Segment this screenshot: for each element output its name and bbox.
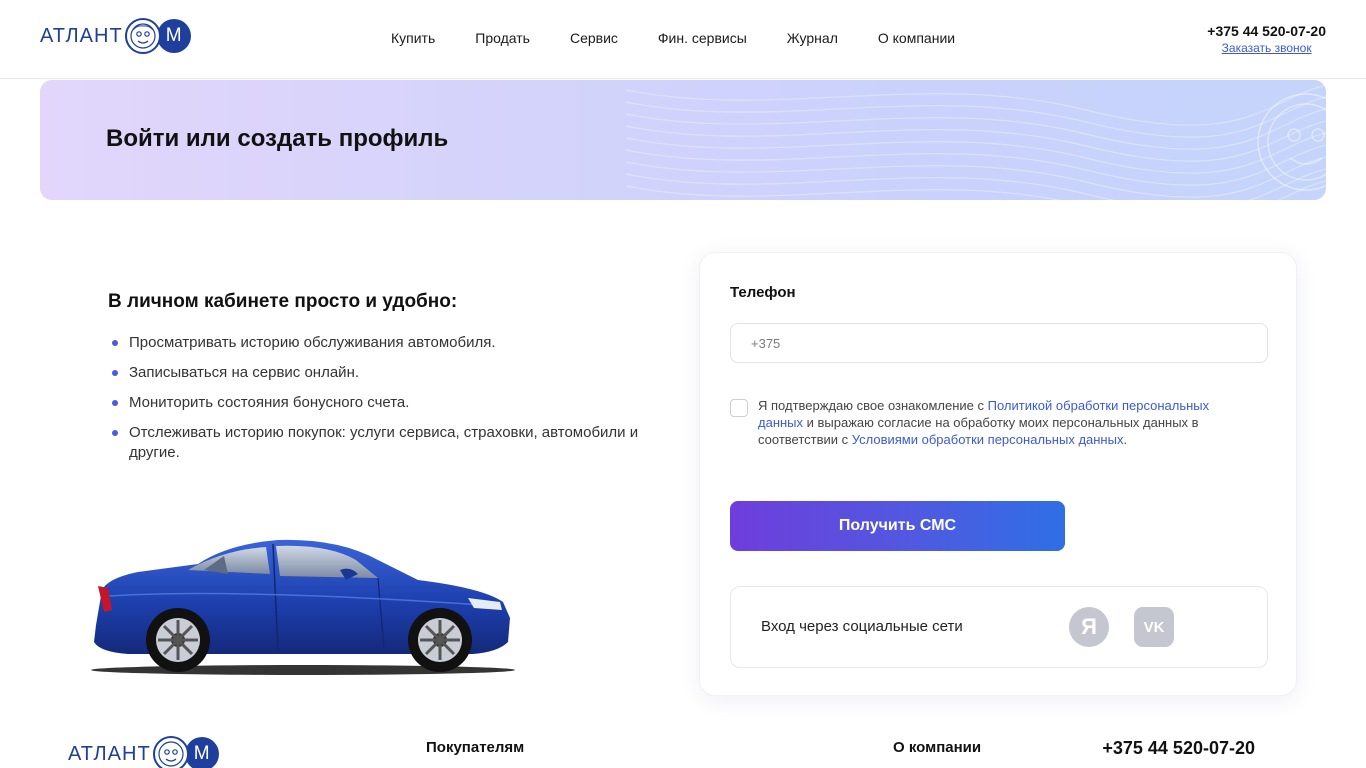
nav-journal[interactable]: Журнал: [787, 30, 838, 46]
benefits-title: В личном кабинете просто и удобно:: [108, 291, 458, 312]
get-sms-button[interactable]: Получить СМС: [730, 501, 1065, 551]
footer-buyers-heading: Покупателям: [426, 739, 525, 756]
footer-company-heading: О компании: [893, 739, 982, 756]
processing-terms-link[interactable]: Условиями обработки персональных данных: [852, 432, 1124, 447]
bullet-icon: [112, 430, 118, 436]
list-item: Отслеживать историю покупок: услуги серв…: [108, 423, 648, 463]
consent-text: Я подтверждаю свое ознакомление с Полити…: [758, 398, 1210, 447]
list-item: Просматривать историю обслуживания автом…: [108, 333, 648, 353]
page-title: Войти или создать профиль: [106, 125, 449, 152]
header-contact: +375 44 520-07-20 Заказать звонок: [1207, 23, 1326, 55]
nav-buy[interactable]: Купить: [391, 30, 435, 46]
logo[interactable]: АТЛАНТ М: [40, 18, 191, 54]
consent-checkbox[interactable]: [730, 399, 748, 417]
list-item: Записываться на сервис онлайн.: [108, 363, 648, 383]
logo-m-badge: М: [156, 19, 191, 53]
nav-about[interactable]: О компании: [878, 30, 955, 46]
list-item: Мониторить состояния бонусного счета.: [108, 393, 648, 413]
header-phone[interactable]: +375 44 520-07-20: [1207, 23, 1326, 39]
site-header: АТЛАНТ М Купить Продать Сервис Фин. серв…: [0, 0, 1366, 79]
bullet-icon: [112, 400, 118, 406]
social-login-block: Вход через социальные сети Я VK: [730, 586, 1268, 668]
yandex-login-icon[interactable]: Я: [1069, 607, 1109, 647]
banner-waves-decoration: [626, 84, 1326, 200]
footer-logo-mask-icon: [152, 736, 189, 768]
footer-logo[interactable]: АТЛАНТ М: [68, 736, 219, 768]
bullet-icon: [112, 370, 118, 376]
nav-fin-services[interactable]: Фин. сервисы: [658, 30, 747, 46]
main-nav: Купить Продать Сервис Фин. сервисы Журна…: [391, 30, 955, 46]
social-login-label: Вход через социальные сети: [761, 618, 963, 635]
footer-logo-m-badge: М: [184, 737, 219, 768]
benefits-list: Просматривать историю обслуживания автом…: [108, 333, 648, 463]
benefits-section: В личном кабинете просто и удобно: Просм…: [108, 291, 648, 473]
phone-input[interactable]: [730, 323, 1268, 363]
vk-login-icon[interactable]: VK: [1134, 607, 1174, 647]
nav-service[interactable]: Сервис: [570, 30, 618, 46]
bullet-icon: [112, 340, 118, 346]
logo-mask-icon: [124, 18, 161, 54]
page-banner: Войти или создать профиль: [40, 80, 1326, 200]
phone-label: Телефон: [730, 284, 796, 301]
consent-block: Я подтверждаю свое ознакомление с Полити…: [730, 397, 1230, 448]
nav-sell[interactable]: Продать: [475, 30, 530, 46]
footer-logo-text: АТЛАНТ: [68, 742, 151, 765]
logo-text: АТЛАНТ: [40, 24, 123, 47]
callback-link[interactable]: Заказать звонок: [1207, 41, 1326, 55]
car-illustration: [91, 539, 515, 675]
login-card: Телефон Я подтверждаю свое ознакомление …: [699, 252, 1297, 696]
footer-phone[interactable]: +375 44 520-07-20: [1102, 738, 1255, 759]
